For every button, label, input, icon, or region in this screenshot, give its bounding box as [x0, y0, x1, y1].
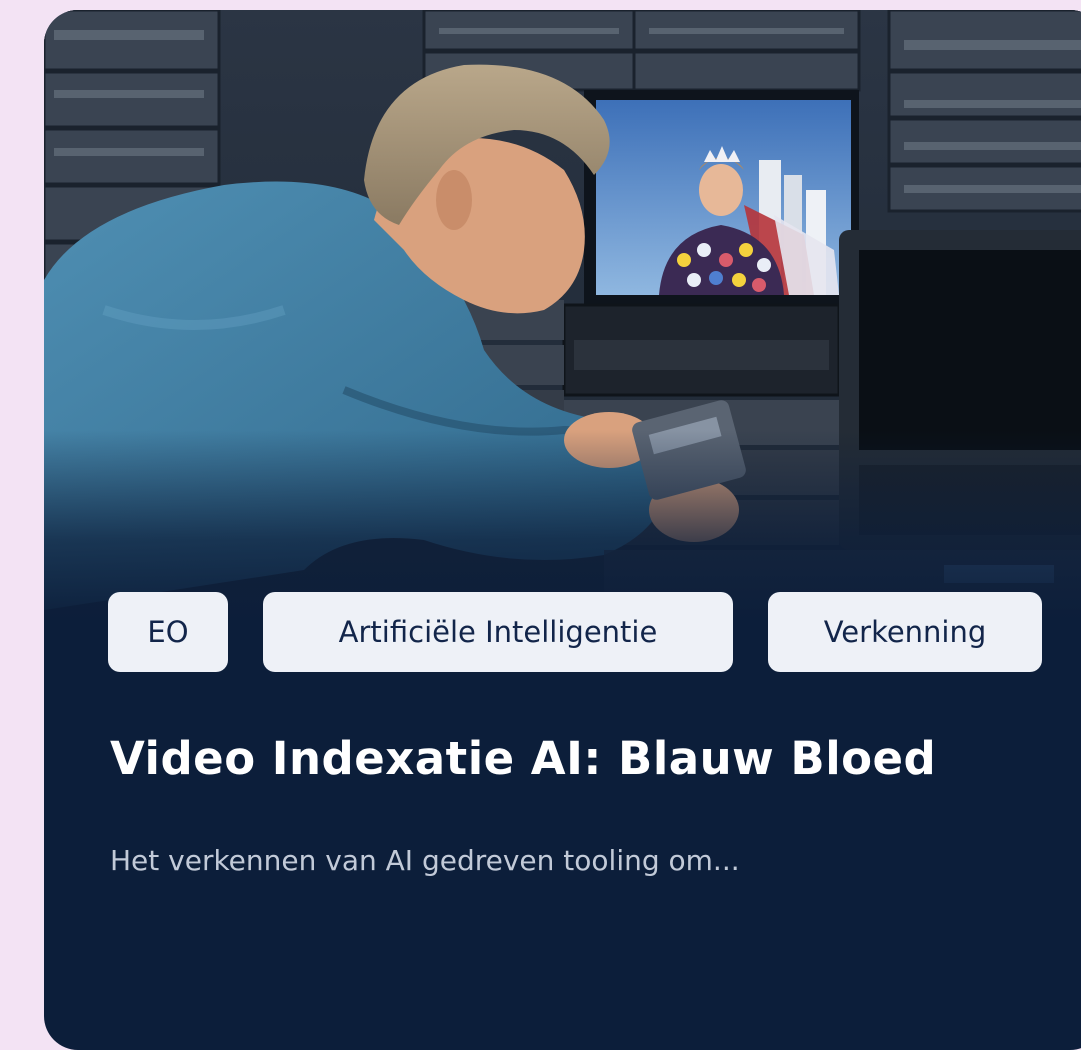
project-card[interactable]: EO Artificiële Intelligentie Verkenning … [44, 10, 1081, 1050]
tag-eo[interactable]: EO [108, 592, 228, 672]
card-description: Het verkennen van AI gedreven tooling om… [110, 844, 740, 877]
tag-list: EO Artificiële Intelligentie Verkenning [108, 592, 1042, 672]
tag-artificiele-intelligentie[interactable]: Artificiële Intelligentie [263, 592, 733, 672]
card-title[interactable]: Video Indexatie AI: Blauw Bloed [110, 732, 936, 785]
tag-verkenning[interactable]: Verkenning [768, 592, 1042, 672]
